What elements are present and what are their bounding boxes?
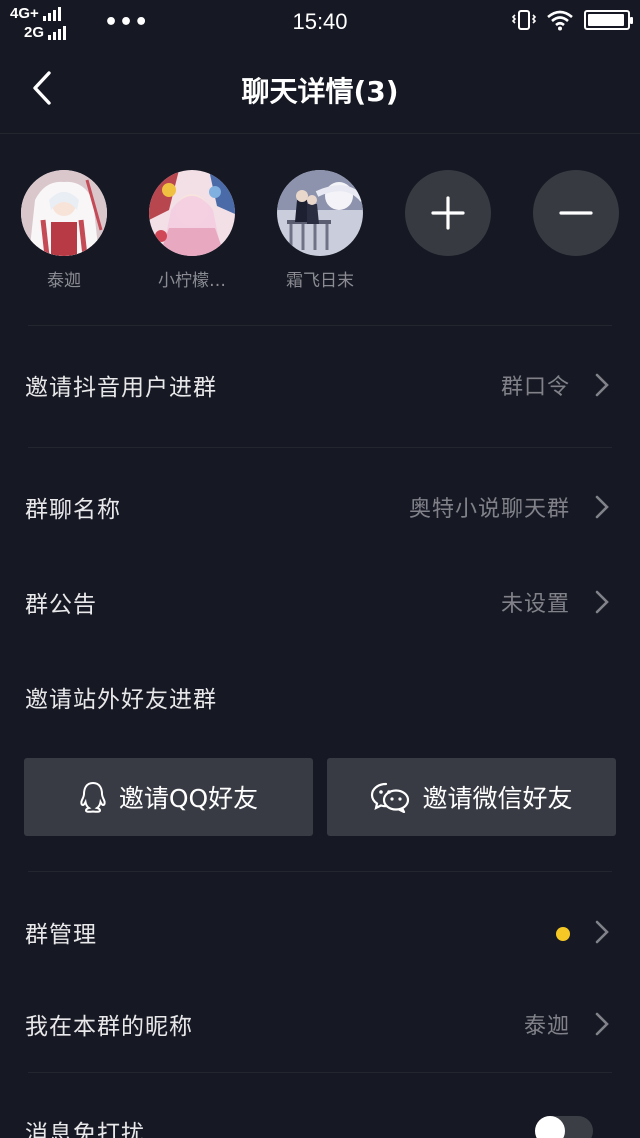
divider [28,1072,612,1073]
minus-icon [559,211,593,215]
chat-details-screen: 4G+ 2G ••• 15:40 聊天详情(3) 泰迦 小柠檬… 霜飞日末 邀请… [0,0,640,1138]
do-not-disturb-row: 消息免打扰 [0,1100,640,1138]
row-value: 群口令 [500,375,570,400]
invite-douyin-row[interactable]: 邀请抖音用户进群 群口令 [0,354,640,414]
row-label: 邀请抖音用户进群 [25,375,217,401]
battery-icon [584,10,633,30]
row-value: 奥特小说聊天群 [408,497,570,522]
member-name: 小柠檬… [158,271,226,291]
row-label: 群管理 [25,922,97,948]
group-management-row[interactable]: 群管理 [0,901,640,961]
row-label: 群公告 [25,592,97,618]
announcement-row[interactable]: 群公告 未设置 [0,571,640,631]
member-name: 霜飞日末 [286,271,354,291]
member-item[interactable]: 小柠檬… [137,170,247,291]
group-name-row[interactable]: 群聊名称 奥特小说聊天群 [0,476,640,536]
avatar [21,170,107,256]
row-value: 未设置 [500,592,570,617]
divider [28,325,612,326]
row-value: 泰迦 [523,1014,570,1039]
row-label: 群聊名称 [25,497,121,523]
remove-member-button[interactable] [533,170,619,256]
group-nickname-row[interactable]: 我在本群的昵称 泰迦 [0,993,640,1053]
chevron-right-icon [595,590,609,614]
new-indicator-dot [556,927,570,941]
vibrate-icon [512,10,536,30]
header-bar: 聊天详情(3) [0,44,640,134]
invite-wechat-label: 邀请微信好友 [422,784,573,813]
divider [28,447,612,448]
avatar [277,170,363,256]
add-member-button[interactable] [405,170,491,256]
status-icons [512,9,633,31]
row-label: 我在本群的昵称 [25,1014,193,1040]
chevron-right-icon [595,373,609,397]
chevron-right-icon [595,1012,609,1036]
wechat-icon [371,782,410,813]
invite-qq-button[interactable]: 邀请QQ好友 [24,758,313,836]
row-label: 消息免打扰 [25,1121,145,1138]
invite-outside-row: 邀请站外好友进群 [0,666,640,726]
member-list: 泰迦 小柠檬… 霜飞日末 [0,170,640,300]
plus-icon [431,196,465,230]
do-not-disturb-toggle[interactable] [535,1116,593,1138]
member-item[interactable]: 泰迦 [9,170,119,291]
divider [28,871,612,872]
chevron-right-icon [595,920,609,944]
invite-qq-label: 邀请QQ好友 [118,784,259,813]
member-name: 泰迦 [47,271,81,291]
battery-level [588,14,625,26]
invite-wechat-button[interactable]: 邀请微信好友 [327,758,616,836]
chevron-right-icon [595,495,609,519]
avatar [149,170,235,256]
member-item[interactable]: 霜飞日末 [265,170,375,291]
page-title: 聊天详情(3) [241,75,399,108]
row-label: 邀请站外好友进群 [25,687,217,713]
toggle-knob [535,1116,565,1138]
wifi-icon [547,10,573,31]
qq-icon [80,781,106,813]
status-bar: 4G+ 2G ••• 15:40 [0,0,640,44]
